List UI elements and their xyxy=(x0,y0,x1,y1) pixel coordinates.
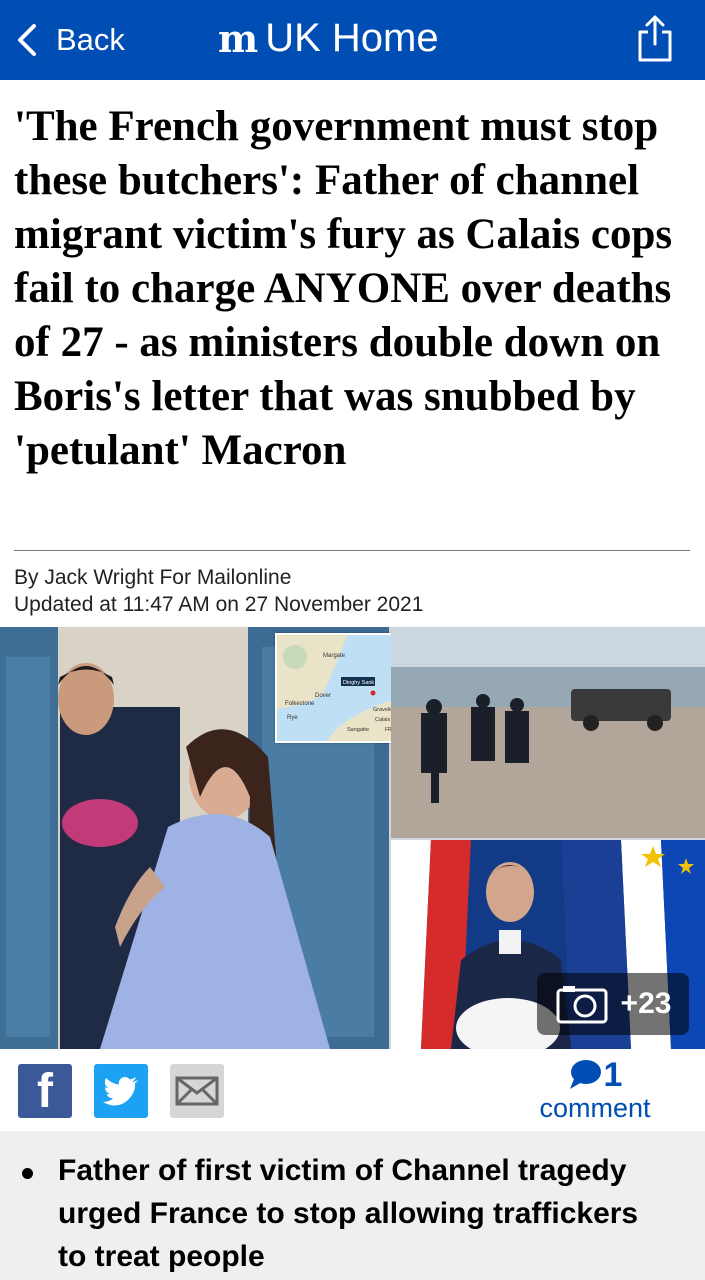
updated-timestamp: Updated at 11:47 AM on 27 November 2021 xyxy=(14,593,424,616)
top-nav-bar: Back m UK Home xyxy=(0,0,705,80)
chevron-left-icon xyxy=(18,24,36,56)
image-gallery[interactable]: Margate Dinghy Sank Folkestone Dover Rye… xyxy=(0,627,705,1049)
back-button[interactable]: Back xyxy=(14,18,125,62)
twitter-bird-icon xyxy=(103,1077,138,1106)
map-label: Sangatte xyxy=(347,727,369,733)
camera-icon xyxy=(556,986,608,1024)
email-share-button[interactable] xyxy=(170,1064,224,1118)
comment-label: comment xyxy=(539,1093,651,1123)
author-byline: By Jack Wright For Mailonline xyxy=(14,566,292,589)
dailymail-logo: m xyxy=(218,15,258,61)
article-summary-bullets: Father of first victim of Channel traged… xyxy=(0,1131,705,1280)
comment-count: 1 xyxy=(603,1055,623,1094)
summary-bullet-text: Father of first victim of Channel traged… xyxy=(58,1154,639,1273)
facebook-icon: f xyxy=(37,1064,53,1118)
summary-bullet: Father of first victim of Channel traged… xyxy=(0,1131,705,1278)
location-pin-icon xyxy=(370,690,376,696)
bullet-dot-icon xyxy=(22,1168,33,1179)
back-label: Back xyxy=(56,22,125,57)
byline-divider xyxy=(14,550,690,551)
comments-link[interactable]: 1 comment xyxy=(520,1055,670,1124)
byline-block: By Jack Wright For Mailonline Updated at… xyxy=(14,564,423,618)
facebook-share-button[interactable]: f xyxy=(18,1064,72,1118)
map-label: Rye xyxy=(287,715,298,721)
gallery-count: +23 xyxy=(620,987,672,1020)
map-callout: Dinghy Sank xyxy=(343,680,374,686)
map-label: Margate xyxy=(323,653,346,659)
section-home-link[interactable]: m UK Home xyxy=(218,10,439,66)
section-title: UK Home xyxy=(265,15,439,60)
police-beach-photo xyxy=(391,627,705,838)
gallery-count-badge[interactable]: +23 xyxy=(537,973,689,1035)
twitter-share-button[interactable] xyxy=(94,1064,148,1118)
speech-bubble-icon xyxy=(569,1060,601,1089)
map-label: Folkestone xyxy=(285,701,315,707)
share-bar: f 1 comment xyxy=(0,1049,705,1131)
map-label: Calais xyxy=(375,717,391,723)
share-icon[interactable] xyxy=(634,14,676,64)
envelope-icon xyxy=(175,1076,219,1106)
map-label: Dover xyxy=(315,693,331,699)
article-headline: 'The French government must stop these b… xyxy=(14,103,673,474)
